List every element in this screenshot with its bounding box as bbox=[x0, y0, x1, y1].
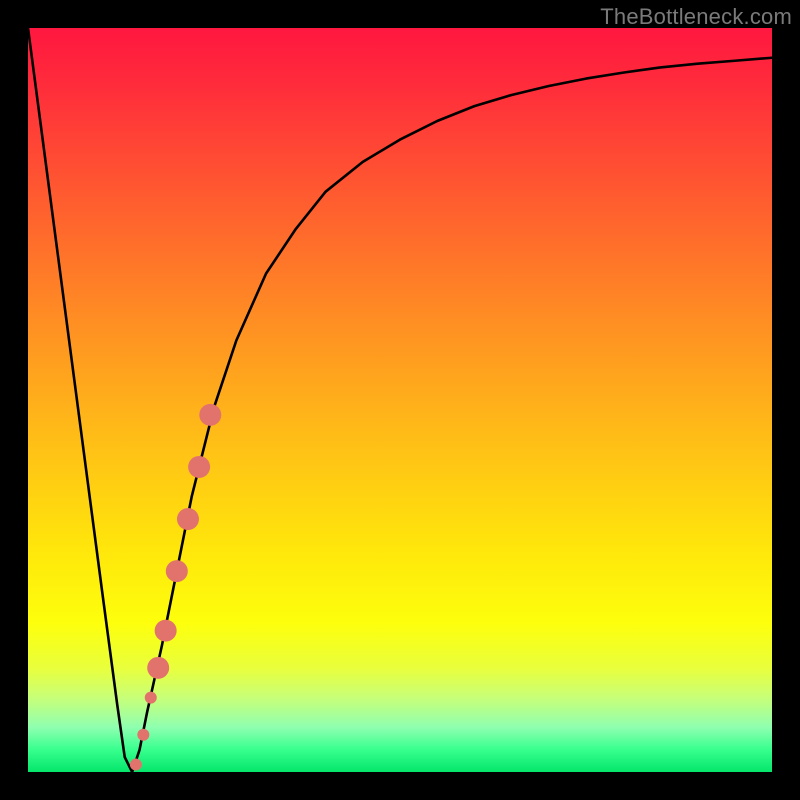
marker-dot bbox=[147, 657, 169, 679]
marker-dot bbox=[199, 404, 221, 426]
marker-dot bbox=[137, 729, 149, 741]
plot-area bbox=[28, 28, 772, 772]
watermark-text: TheBottleneck.com bbox=[600, 4, 792, 30]
marker-dot bbox=[188, 456, 210, 478]
chart-svg bbox=[28, 28, 772, 772]
marker-dot bbox=[155, 620, 177, 642]
chart-frame: TheBottleneck.com bbox=[0, 0, 800, 800]
highlighted-range-markers bbox=[130, 404, 221, 771]
bottleneck-curve bbox=[28, 28, 772, 772]
marker-dot bbox=[130, 759, 142, 771]
marker-dot bbox=[145, 692, 157, 704]
marker-dot bbox=[177, 508, 199, 530]
marker-dot bbox=[166, 560, 188, 582]
